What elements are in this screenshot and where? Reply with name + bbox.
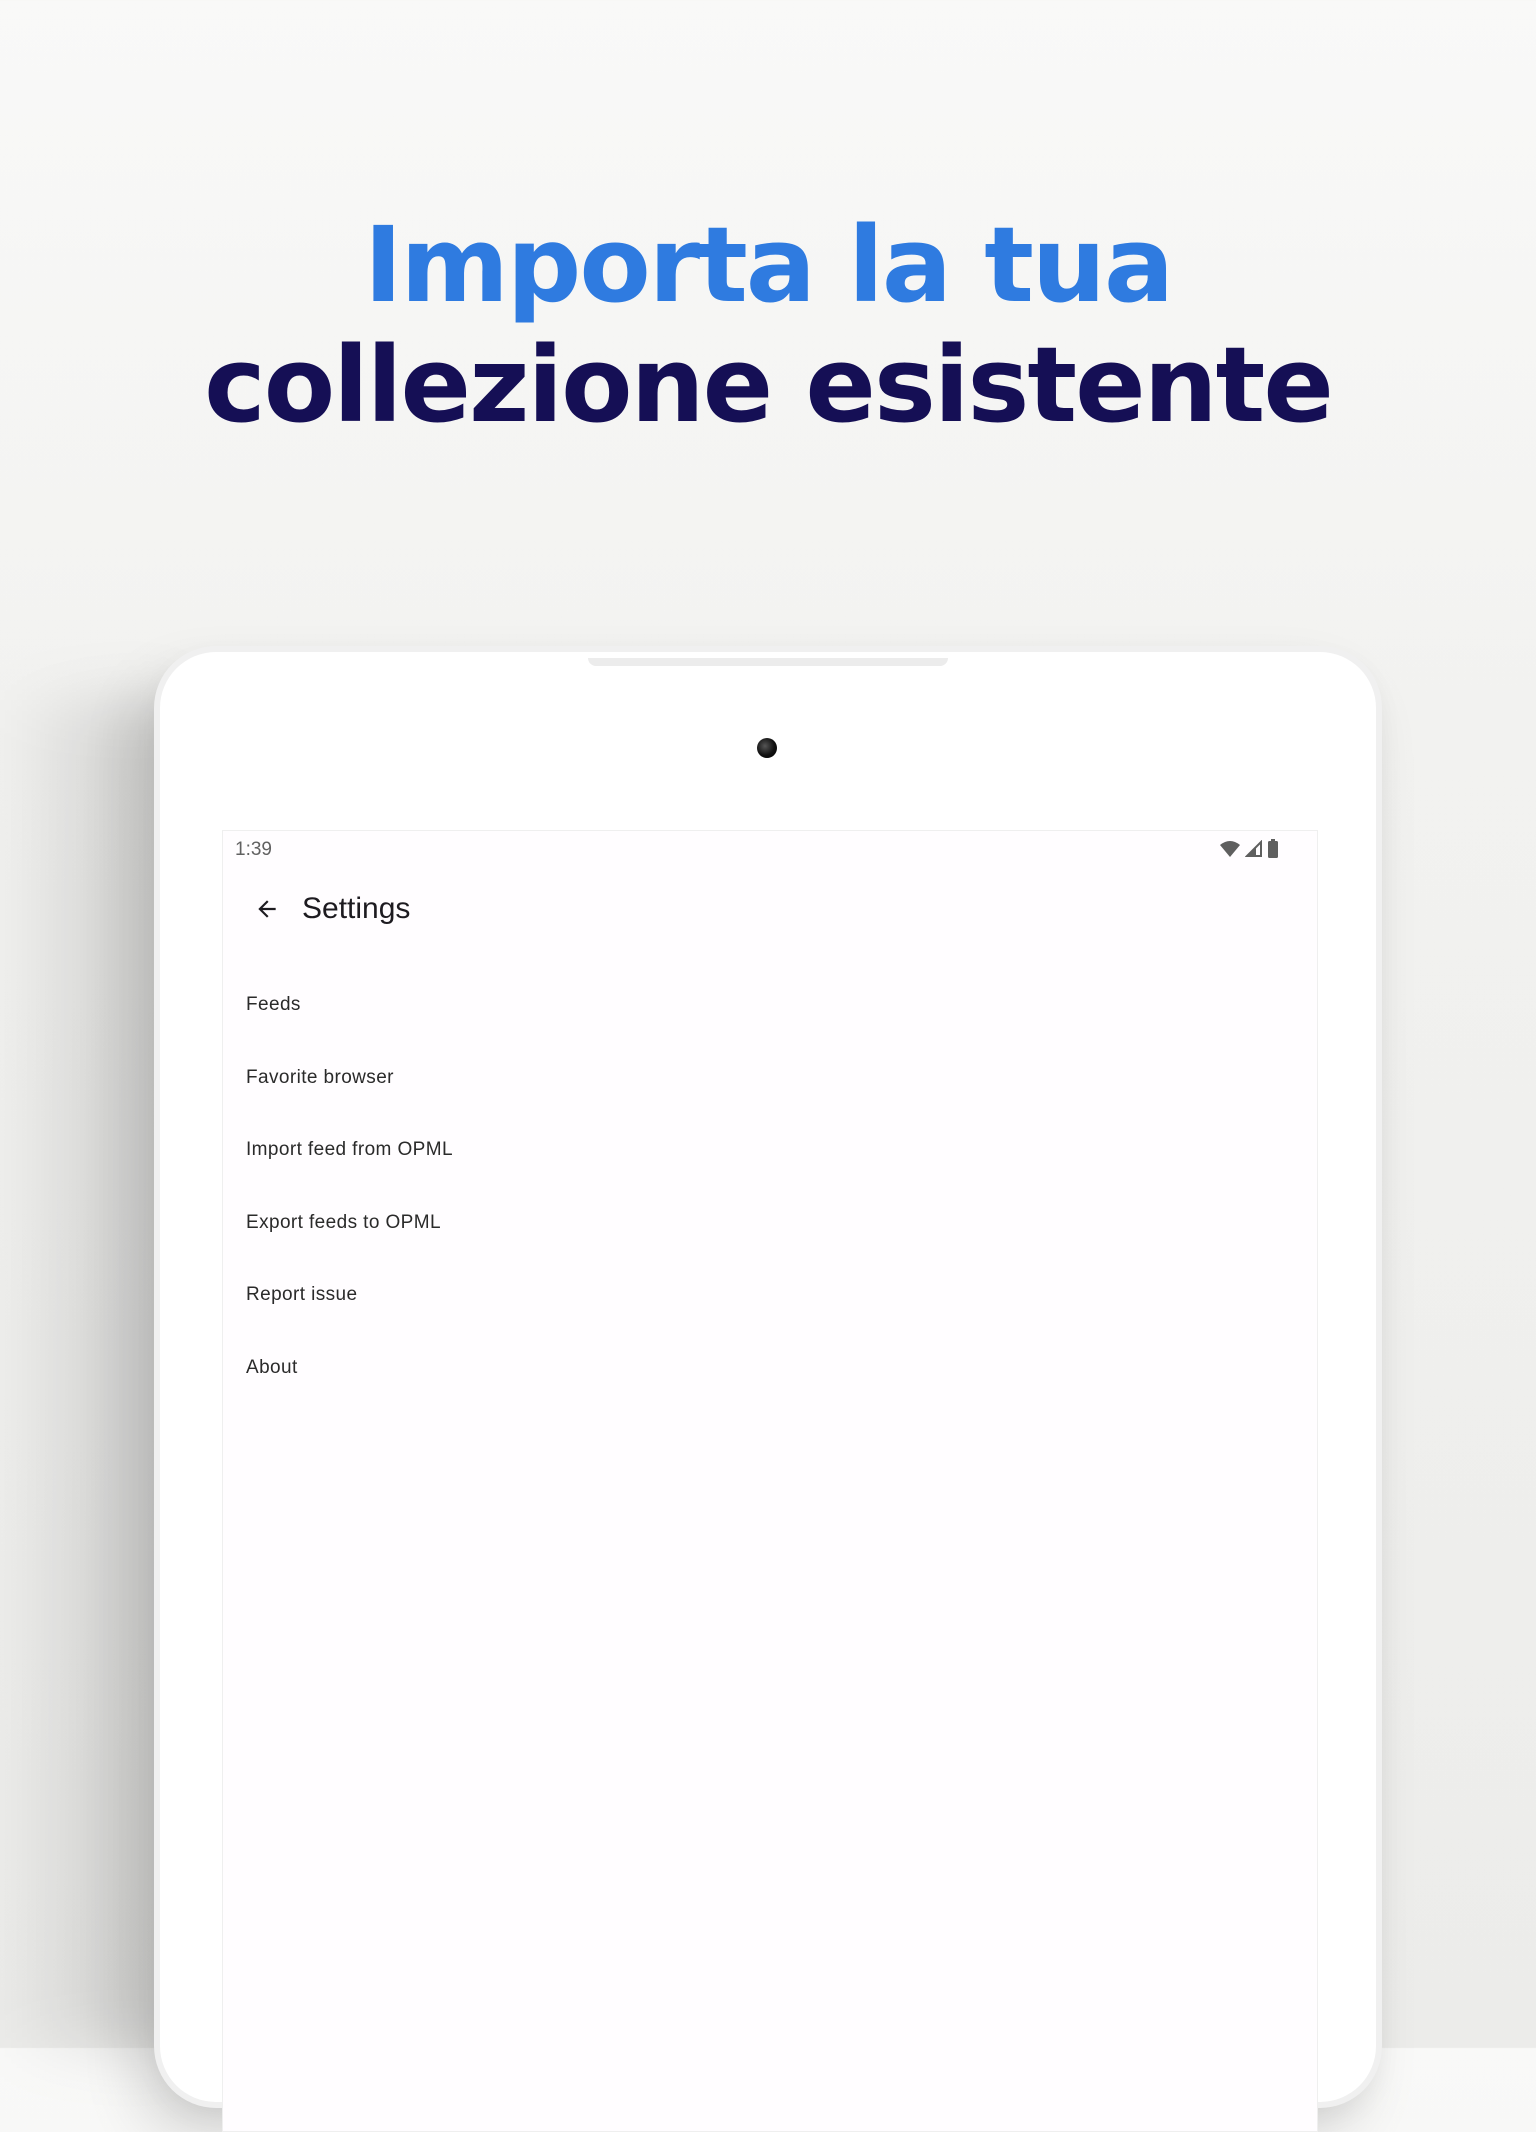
menu-item-about[interactable]: About xyxy=(223,1332,1317,1405)
battery-icon xyxy=(1268,839,1278,858)
menu-item-report-issue[interactable]: Report issue xyxy=(223,1259,1317,1332)
menu-item-export-opml[interactable]: Export feeds to OPML xyxy=(223,1187,1317,1260)
menu-item-feeds[interactable]: Feeds xyxy=(223,969,1317,1042)
app-bar: Settings xyxy=(223,867,1317,951)
settings-menu: Feeds Favorite browser Import feed from … xyxy=(223,969,1317,1404)
headline-line-2: collezione esistente xyxy=(204,324,1334,446)
wifi-icon xyxy=(1220,841,1240,857)
back-button[interactable] xyxy=(243,885,291,933)
menu-item-import-opml[interactable]: Import feed from OPML xyxy=(223,1114,1317,1187)
device-screen: 1:39 Settings Feeds Favorite browser Imp… xyxy=(222,830,1318,2132)
tablet-frame: 1:39 Settings Feeds Favorite browser Imp… xyxy=(160,652,1376,2132)
front-camera xyxy=(757,738,777,758)
signal-icon xyxy=(1245,840,1262,857)
status-bar: 1:39 xyxy=(223,831,1317,867)
status-icons xyxy=(1219,839,1279,859)
arrow-left-icon xyxy=(258,900,276,918)
status-time: 1:39 xyxy=(235,839,272,860)
menu-item-favorite-browser[interactable]: Favorite browser xyxy=(223,1042,1317,1115)
page-title: Settings xyxy=(302,892,411,925)
headline-line-1: Importa la tua xyxy=(363,204,1174,326)
headline: Importa la tua collezione esistente xyxy=(0,205,1536,445)
tablet-power-button xyxy=(588,658,948,666)
background-shadow xyxy=(0,700,170,2048)
